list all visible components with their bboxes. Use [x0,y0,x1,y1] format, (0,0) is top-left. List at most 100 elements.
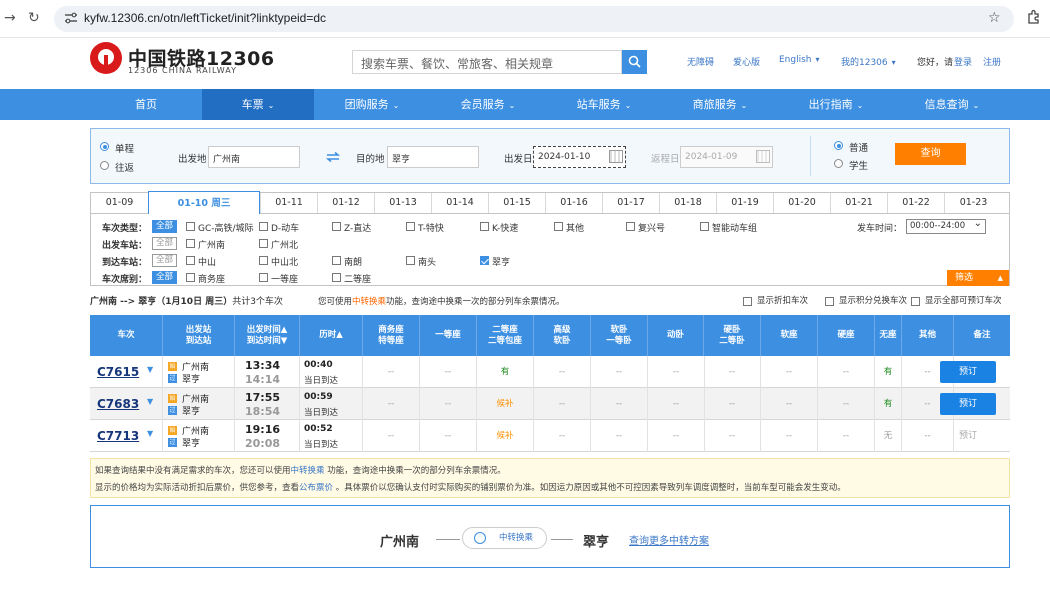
date-tab[interactable]: 01-10 周三 [148,191,260,214]
train-number-link[interactable]: C7615 [97,365,139,379]
care-version-link[interactable]: 爱心版 [733,55,760,68]
from-filters-checkbox[interactable] [259,239,268,248]
nav-tickets[interactable]: 车票 ⌄ [202,89,314,120]
seat-availability[interactable]: 候补 [477,388,534,420]
login-link[interactable]: 登录 [954,55,972,68]
from-station-all-button[interactable]: 全部 [152,237,178,250]
seat-availability[interactable]: 有 [875,356,902,388]
date-tab[interactable]: 01-16 [545,193,602,213]
transfer-hint-link[interactable]: 中转换乘 [352,297,386,307]
type-filters-checkbox[interactable] [700,222,709,231]
type-filters-checkbox[interactable] [259,222,268,231]
roundtrip-radio[interactable] [100,161,109,170]
train-number-link[interactable]: C7713 [97,429,139,443]
seat-availability: -- [591,420,648,452]
nav-home[interactable]: 首页 [90,89,202,120]
date-tab[interactable]: 01-11 [260,193,317,213]
date-tab[interactable]: 01-23 [944,193,1002,213]
to-station-all-button[interactable]: 全部 [152,254,178,267]
nav-member[interactable]: 会员服务 ⌄ [430,89,546,120]
type-filters-checkbox[interactable] [554,222,563,231]
site-search-input[interactable]: 搜索车票、餐饮、常旅客、相关规章 [352,50,622,74]
train-number-link[interactable]: C7683 [97,397,139,411]
calendar-icon[interactable] [609,150,623,163]
register-link[interactable]: 注册 [983,55,1001,68]
to-filters-checkbox[interactable] [259,256,268,265]
seat-availability[interactable]: 候补 [477,420,534,452]
notice-fare-link[interactable]: 公布票价 [299,483,333,493]
expand-stops-icon[interactable]: ▼ [147,365,153,374]
column-header[interactable]: 历时▲ [300,315,363,356]
nav-group[interactable]: 团购服务 ⌄ [314,89,430,120]
accessibility-link[interactable]: 无障碍 [687,55,714,68]
date-tab[interactable]: 01-18 [659,193,716,213]
to-filters-checkbox[interactable] [186,256,195,265]
to-filters-checkbox[interactable] [480,256,489,265]
date-tab[interactable]: 01-13 [374,193,431,213]
book-button[interactable]: 预订 [940,361,996,383]
date-tab[interactable]: 01-09 [91,193,148,213]
train-type-all-button[interactable]: 全部 [152,220,178,233]
from-station-input[interactable]: 广州南 [208,146,300,168]
nav-business[interactable]: 商旅服务 ⌄ [662,89,778,120]
filter-toggle-button[interactable]: 筛选 [947,270,1009,286]
expand-stops-icon[interactable]: ▼ [147,429,153,438]
address-bar[interactable]: kyfw.12306.cn/otn/leftTicket/init?linkty… [54,6,1014,32]
back-icon[interactable]: → [4,10,16,26]
oneway-radio[interactable] [100,142,109,151]
site-search-button[interactable] [622,50,647,74]
nav-info[interactable]: 信息查询 ⌄ [894,89,1010,120]
expand-stops-icon[interactable]: ▼ [147,397,153,406]
show-bookable-checkbox[interactable] [911,297,920,306]
more-transfer-link[interactable]: 查询更多中转方案 [629,532,709,547]
depart-time-select[interactable]: 00:00--24:00 [906,217,986,234]
my-12306-link[interactable]: 我的12306 ▾ [841,55,896,68]
notice-transfer-link[interactable]: 中转换乘 [291,466,325,476]
date-tab[interactable]: 01-12 [317,193,374,213]
to-filters-checkbox[interactable] [406,256,415,265]
seat-filters-checkbox[interactable] [186,273,195,282]
date-tab[interactable]: 01-19 [716,193,773,213]
seat-availability[interactable]: 无 [875,420,902,452]
bookmark-star-icon[interactable]: ☆ [988,10,1001,26]
date-tab[interactable]: 01-15 [488,193,545,213]
type-filters-checkbox[interactable] [186,222,195,231]
normal-passenger-radio[interactable] [834,141,843,150]
date-tab[interactable]: 01-14 [431,193,488,213]
transfer-button[interactable]: 中转换乘 [462,527,547,549]
railway-logo-icon[interactable] [90,42,122,74]
to-station-name[interactable]: 翠亨 [182,372,200,385]
type-filters-checkbox[interactable] [626,222,635,231]
seat-availability[interactable]: 有 [477,356,534,388]
date-tab[interactable]: 01-20 [773,193,830,213]
seat-availability[interactable]: 有 [875,388,902,420]
seat-all-button[interactable]: 全部 [152,271,178,284]
type-filters-checkbox[interactable] [406,222,415,231]
calendar-icon[interactable] [756,150,770,163]
to-filters-checkbox[interactable] [332,256,341,265]
language-link[interactable]: English ▾ [779,55,820,65]
type-filters-checkbox[interactable] [480,222,489,231]
date-tab[interactable]: 01-21 [830,193,887,213]
date-tab[interactable]: 01-22 [887,193,944,213]
reload-icon[interactable]: ↻ [28,10,40,26]
nav-guide[interactable]: 出行指南 ⌄ [778,89,894,120]
date-tab[interactable]: 01-17 [602,193,659,213]
to-station-name[interactable]: 翠亨 [182,436,200,449]
column-header[interactable]: 出发时间▲ 到达时间▼ [235,315,300,356]
show-points-checkbox[interactable] [825,297,834,306]
swap-stations-icon[interactable] [326,152,340,162]
type-filters-checkbox[interactable] [332,222,341,231]
show-discount-checkbox[interactable] [743,297,752,306]
nav-station[interactable]: 站车服务 ⌄ [546,89,662,120]
extensions-icon[interactable] [1026,9,1042,25]
to-station-input[interactable]: 翠亨 [387,146,479,168]
to-station-name[interactable]: 翠亨 [182,404,200,417]
site-settings-icon[interactable] [64,12,78,24]
student-passenger-radio[interactable] [834,159,843,168]
from-filters-checkbox[interactable] [186,239,195,248]
seat-filters-checkbox[interactable] [332,273,341,282]
seat-filters-checkbox[interactable] [259,273,268,282]
query-button[interactable]: 查询 [895,143,966,165]
book-button[interactable]: 预订 [940,393,996,415]
